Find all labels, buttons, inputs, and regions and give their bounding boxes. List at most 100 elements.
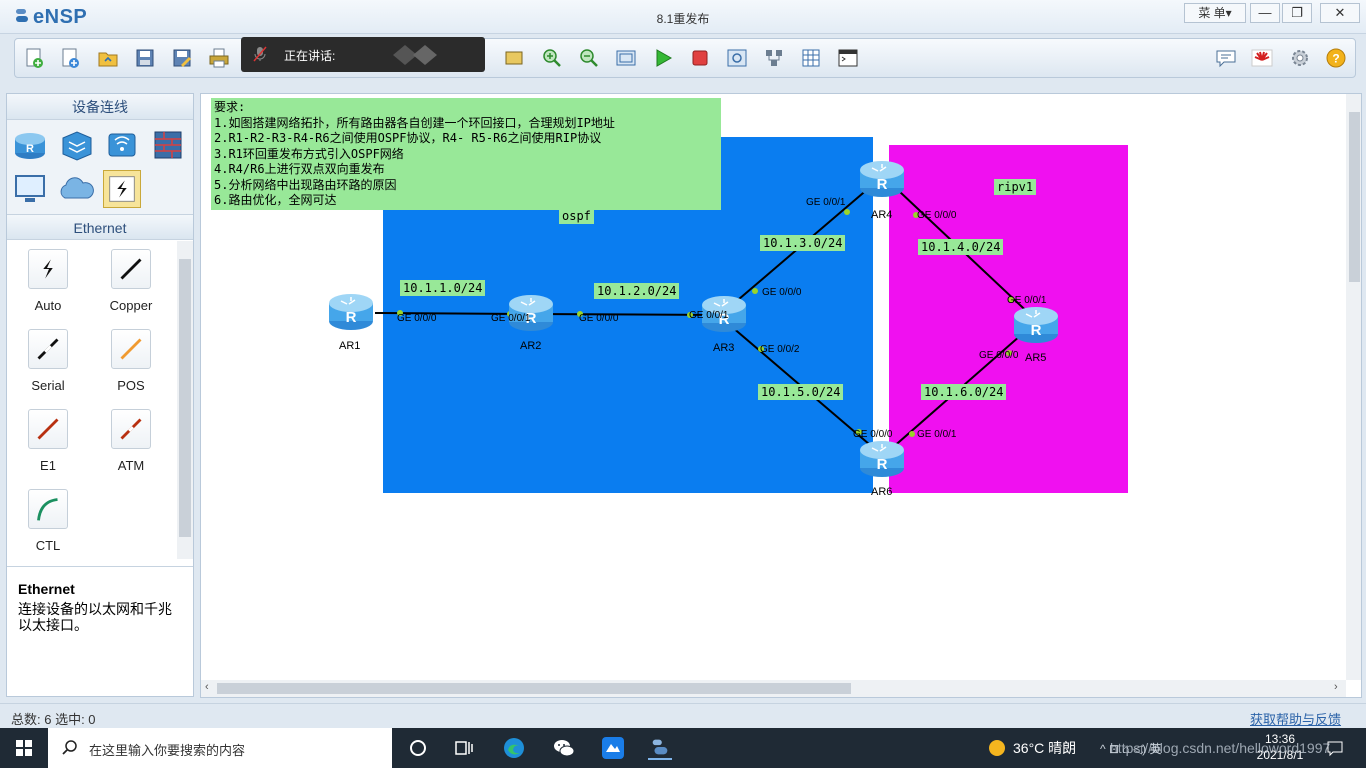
scrollbar-thumb[interactable]	[1349, 112, 1360, 282]
router-name: AR2	[520, 340, 542, 352]
ospf-area-label[interactable]: ospf	[559, 208, 594, 224]
help-feedback-link[interactable]: 获取帮助与反馈	[1250, 709, 1341, 728]
subnet-label[interactable]: 10.1.4.0/24	[918, 239, 1004, 255]
subnet-label[interactable]: 10.1.2.0/24	[594, 283, 680, 299]
mic-muted-icon	[253, 46, 267, 62]
port-label: GE 0/0/0	[979, 350, 1019, 361]
requirements-note[interactable]: 要求: 1.如图搭建网络拓扑，所有路由器各自创建一个环回接口，合理规划IP地址 …	[211, 98, 721, 210]
firewall-icon[interactable]	[149, 126, 187, 164]
connection-icon	[109, 176, 135, 202]
subnet-label[interactable]: 10.1.6.0/24	[921, 384, 1007, 400]
subnet-label[interactable]: 10.1.1.0/24	[400, 280, 486, 296]
ensp-icon[interactable]	[648, 736, 672, 760]
cable-label: Serial	[31, 378, 65, 393]
pos-cable-icon	[111, 329, 151, 369]
svg-text:?: ?	[1332, 52, 1339, 66]
router-icon[interactable]: R	[11, 126, 49, 164]
port-dot[interactable]	[909, 431, 915, 437]
windows-start-icon[interactable]	[16, 740, 32, 756]
requirement-line: 6.路由优化，全网可达	[214, 193, 337, 207]
app-logo-text: eNSP	[33, 6, 88, 28]
weather-text: 36°C 晴朗	[1013, 740, 1077, 756]
topology-icon[interactable]	[763, 47, 785, 69]
requirement-line: 5.分析网络中出现路由环路的原因	[214, 177, 397, 192]
cable-ctl[interactable]: CTL	[18, 489, 78, 553]
minimize-button[interactable]: —	[1250, 3, 1280, 23]
subnet-label[interactable]: 10.1.5.0/24	[758, 384, 844, 400]
scroll-left-icon[interactable]: ‹	[205, 681, 209, 693]
pc-icon[interactable]	[11, 170, 49, 208]
switch-icon[interactable]	[57, 126, 95, 164]
router-ar4[interactable]: R	[858, 156, 906, 200]
new-topology-icon[interactable]	[23, 47, 45, 69]
router-name: AR6	[871, 486, 893, 498]
fit-icon[interactable]	[615, 47, 637, 69]
capture-icon[interactable]	[726, 47, 748, 69]
close-button[interactable]: ✕	[1320, 3, 1360, 23]
new-lab-icon[interactable]	[59, 47, 81, 69]
router-ar6[interactable]: R	[858, 436, 906, 480]
print-icon[interactable]	[208, 47, 230, 69]
auto-cable-icon	[28, 249, 68, 289]
canvas-vertical-scrollbar[interactable]	[1346, 94, 1361, 680]
cable-label: E1	[40, 458, 56, 473]
menu-button[interactable]: 菜 单▾	[1184, 3, 1246, 23]
cortana-icon[interactable]	[406, 736, 430, 760]
svg-text:R: R	[877, 176, 888, 193]
task-view-icon[interactable]	[452, 736, 476, 760]
rip-area-label[interactable]: ripv1	[994, 179, 1037, 195]
wechat-icon[interactable]	[552, 736, 576, 760]
router-ar5[interactable]: R	[1012, 302, 1060, 346]
cable-copper[interactable]: Copper	[101, 249, 161, 313]
chat-icon[interactable]	[1215, 47, 1237, 69]
requirement-line: 3.R1环回重发布方式引入OSPF网络	[214, 146, 404, 161]
tencent-meeting-icon[interactable]	[601, 736, 625, 760]
connection-category[interactable]	[103, 170, 141, 208]
scrollbar-thumb[interactable]	[217, 683, 851, 694]
speaking-overlay: 正在讲话:	[241, 37, 485, 72]
copper-cable-icon	[111, 249, 151, 289]
port-dot[interactable]	[844, 209, 850, 215]
settings-icon[interactable]	[1289, 47, 1311, 69]
device-panel: 设备连线 R Ethernet Auto Copper Serial POS E…	[6, 93, 194, 697]
cli-icon[interactable]	[837, 47, 859, 69]
router-ar1[interactable]: R	[327, 289, 375, 333]
topology-canvas[interactable]: 要求: 1.如图搭建网络拓扑，所有路由器各自创建一个环回接口，合理规划IP地址 …	[200, 93, 1362, 698]
scrollbar-thumb[interactable]	[179, 259, 191, 537]
grid-icon[interactable]	[800, 47, 822, 69]
maximize-button[interactable]: ❐	[1282, 3, 1312, 23]
wireless-icon[interactable]	[103, 126, 141, 164]
weather-widget[interactable]: 36°C 晴朗	[989, 738, 1076, 758]
text-icon[interactable]	[503, 47, 525, 69]
sunny-icon	[989, 740, 1005, 756]
help-icon[interactable]: ?	[1325, 47, 1347, 69]
save-as-icon[interactable]	[171, 47, 193, 69]
edge-icon[interactable]	[502, 736, 526, 760]
zoom-in-icon[interactable]	[541, 47, 563, 69]
cable-list-scrollbar[interactable]	[177, 241, 193, 559]
port-label: GE 0/0/0	[579, 313, 619, 324]
cable-serial[interactable]: Serial	[18, 329, 78, 393]
search-placeholder: 在这里输入你要搜索的内容	[89, 743, 246, 758]
svg-text:R: R	[877, 456, 888, 473]
cable-e1[interactable]: E1	[18, 409, 78, 473]
zoom-out-icon[interactable]	[578, 47, 600, 69]
open-icon[interactable]	[97, 47, 119, 69]
router-ar2[interactable]: R	[507, 290, 555, 334]
canvas-horizontal-scrollbar[interactable]: ‹ ›	[201, 680, 1346, 697]
huawei-icon[interactable]	[1251, 47, 1273, 69]
cable-auto[interactable]: Auto	[18, 249, 78, 313]
port-dot[interactable]	[752, 288, 758, 294]
cloud-icon[interactable]	[57, 170, 95, 208]
scroll-right-icon[interactable]: ›	[1334, 681, 1338, 693]
window-title: 8.1重发布	[656, 12, 710, 26]
subnet-label[interactable]: 10.1.3.0/24	[760, 235, 846, 251]
maximize-icon: ❐	[1291, 5, 1303, 20]
taskbar-search[interactable]: 在这里输入你要搜索的内容	[48, 728, 392, 768]
save-icon[interactable]	[134, 47, 156, 69]
router-name: AR1	[339, 340, 361, 352]
cable-atm[interactable]: ATM	[101, 409, 161, 473]
stop-device-icon[interactable]	[689, 47, 711, 69]
cable-pos[interactable]: POS	[101, 329, 161, 393]
start-device-icon[interactable]	[652, 47, 674, 69]
